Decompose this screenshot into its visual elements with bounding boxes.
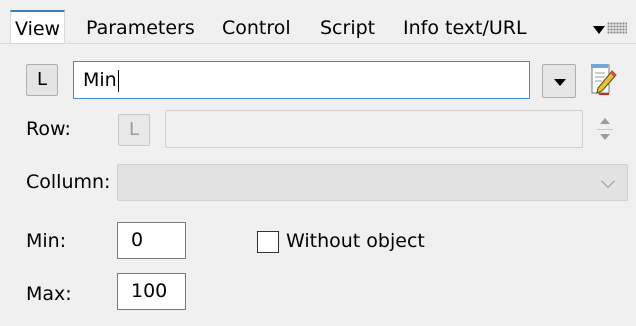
row-l-button: L: [118, 114, 150, 146]
triangle-down-icon: [554, 79, 566, 86]
tab-control[interactable]: Control: [222, 14, 291, 43]
tab-bar: View Parameters Control Script Info text…: [0, 0, 636, 44]
tab-view[interactable]: View: [10, 10, 66, 44]
chevron-down-icon: [600, 173, 616, 189]
row-spinner: [592, 112, 618, 146]
spin-divider: [597, 129, 613, 130]
without-object-label[interactable]: Without object: [286, 230, 425, 252]
min-input[interactable]: 0: [117, 222, 186, 259]
row-label: Row:: [26, 118, 71, 140]
tab-info-text-url[interactable]: Info text/URL: [403, 14, 527, 43]
min-label: Min:: [26, 230, 67, 252]
max-label: Max:: [26, 283, 72, 305]
tab-script[interactable]: Script: [320, 14, 375, 43]
spin-up-icon: [600, 118, 610, 124]
name-dropdown-button[interactable]: [542, 64, 576, 98]
row-input: [165, 110, 583, 148]
panel-grip-icon[interactable]: [607, 22, 627, 34]
text-caret: [117, 69, 119, 92]
max-input[interactable]: 100: [117, 273, 186, 310]
name-input[interactable]: Min: [73, 61, 530, 99]
tab-parameters[interactable]: Parameters: [86, 14, 195, 43]
edit-text-icon[interactable]: [585, 62, 619, 98]
name-input-value: Min: [83, 69, 117, 91]
spin-down-icon: [600, 134, 610, 140]
column-label: Collumn:: [26, 171, 111, 193]
tab-divider: [0, 43, 636, 44]
tab-overflow-icon[interactable]: [593, 26, 605, 34]
name-l-button[interactable]: L: [26, 64, 58, 96]
without-object-checkbox[interactable]: [257, 231, 279, 253]
column-select: [117, 164, 628, 201]
